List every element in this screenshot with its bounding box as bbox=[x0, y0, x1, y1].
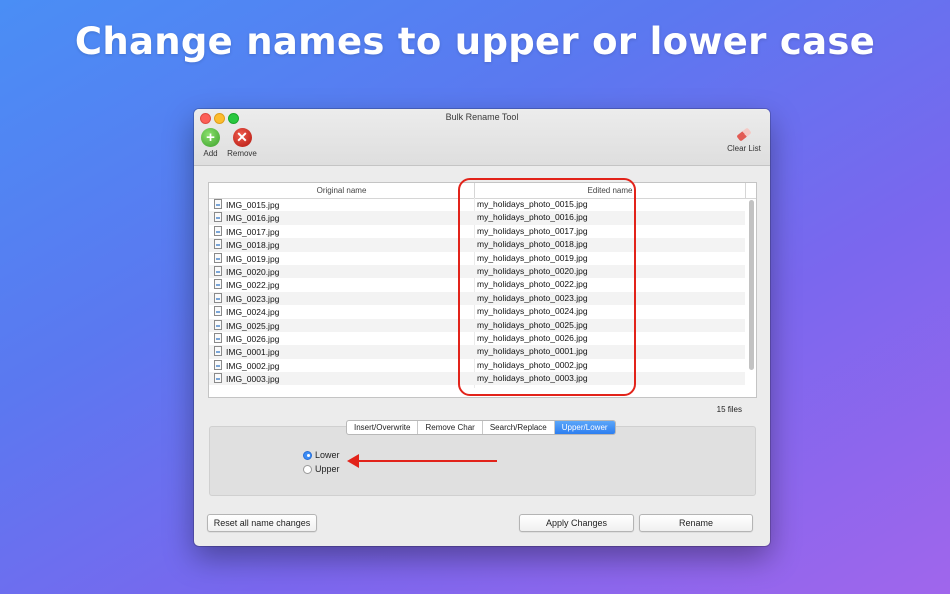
arrow-left-icon bbox=[347, 454, 359, 468]
original-name-text: IMG_0001.jpg bbox=[226, 347, 280, 358]
original-name-text: IMG_0002.jpg bbox=[226, 360, 280, 371]
original-name-text: IMG_0017.jpg bbox=[226, 226, 280, 237]
original-name-text: IMG_0020.jpg bbox=[226, 266, 280, 277]
image-file-icon bbox=[214, 225, 222, 236]
clear-list-button[interactable]: Clear List bbox=[724, 127, 764, 153]
column-header-original[interactable]: Original name bbox=[209, 186, 474, 195]
image-file-icon bbox=[214, 279, 222, 290]
apply-changes-button[interactable]: Apply Changes bbox=[519, 514, 634, 532]
clear-list-label: Clear List bbox=[727, 144, 761, 153]
original-name-text: IMG_0022.jpg bbox=[226, 280, 280, 291]
original-name-text: IMG_0018.jpg bbox=[226, 240, 280, 251]
radio-lower-label: Lower bbox=[315, 450, 340, 460]
original-name-cell: IMG_0015.jpg bbox=[214, 199, 279, 210]
app-window: Bulk Rename Tool + Add ✕ Remove Clear Li… bbox=[194, 109, 770, 546]
image-file-icon bbox=[214, 306, 222, 317]
original-name-cell: IMG_0017.jpg bbox=[214, 225, 280, 237]
image-file-icon bbox=[214, 319, 222, 330]
original-name-text: IMG_0015.jpg bbox=[226, 200, 280, 210]
original-name-cell: IMG_0024.jpg bbox=[214, 306, 279, 317]
vertical-scrollbar[interactable] bbox=[749, 200, 754, 370]
original-name-text: IMG_0024.jpg bbox=[226, 307, 280, 318]
remove-label: Remove bbox=[227, 149, 257, 158]
tab-insert-overwrite[interactable]: Insert/Overwrite bbox=[347, 421, 419, 434]
headline: Change names to upper or lower case bbox=[74, 20, 876, 63]
original-name-cell: IMG_0002.jpg bbox=[214, 359, 280, 371]
original-name-cell: IMG_0020.jpg bbox=[214, 265, 280, 277]
add-label: Add bbox=[203, 149, 218, 158]
file-count: 15 files bbox=[716, 405, 742, 414]
original-name-text: IMG_0023.jpg bbox=[226, 293, 280, 304]
image-file-icon bbox=[214, 346, 222, 357]
eraser-icon bbox=[736, 127, 752, 142]
image-file-icon bbox=[214, 292, 222, 303]
add-button[interactable]: + Add bbox=[200, 128, 221, 158]
radio-button-upper[interactable] bbox=[303, 464, 312, 474]
tab-remove-char[interactable]: Remove Char bbox=[418, 421, 483, 434]
radio-upper-label: Upper bbox=[315, 464, 340, 474]
image-file-icon bbox=[214, 332, 222, 343]
image-file-icon bbox=[214, 239, 222, 250]
radio-button-lower[interactable] bbox=[303, 450, 312, 460]
plus-icon: + bbox=[201, 128, 220, 147]
close-icon: ✕ bbox=[232, 128, 252, 147]
tab-bar: Insert/Overwrite Remove Char Search/Repl… bbox=[346, 420, 616, 435]
column-divider bbox=[745, 183, 746, 198]
tab-search-replace[interactable]: Search/Replace bbox=[483, 421, 555, 434]
image-file-icon bbox=[214, 359, 222, 370]
original-name-cell: IMG_0018.jpg bbox=[214, 239, 279, 250]
image-file-icon bbox=[214, 212, 222, 223]
image-file-icon bbox=[214, 265, 222, 276]
original-name-cell: IMG_0001.jpg bbox=[214, 346, 279, 357]
original-name-cell: IMG_0026.jpg bbox=[214, 332, 280, 344]
original-name-text: IMG_0026.jpg bbox=[226, 333, 280, 344]
titlebar: Bulk Rename Tool + Add ✕ Remove Clear Li… bbox=[194, 109, 770, 166]
radio-lower[interactable]: Lower bbox=[303, 450, 340, 460]
rename-button[interactable]: Rename bbox=[639, 514, 753, 532]
original-name-cell: IMG_0025.jpg bbox=[214, 319, 280, 331]
original-name-cell: IMG_0023.jpg bbox=[214, 292, 280, 304]
original-name-text: IMG_0025.jpg bbox=[226, 320, 280, 331]
original-name-text: IMG_0016.jpg bbox=[226, 213, 280, 224]
original-name-cell: IMG_0019.jpg bbox=[214, 252, 280, 264]
radio-upper[interactable]: Upper bbox=[303, 464, 340, 474]
image-file-icon bbox=[214, 199, 222, 209]
original-name-cell: IMG_0003.jpg bbox=[214, 373, 279, 384]
arrow-annotation bbox=[354, 460, 497, 462]
tab-upper-lower[interactable]: Upper/Lower bbox=[554, 421, 615, 434]
image-file-icon bbox=[214, 252, 222, 263]
remove-button[interactable]: ✕ Remove bbox=[224, 128, 260, 158]
original-name-text: IMG_0003.jpg bbox=[226, 374, 280, 385]
original-name-cell: IMG_0022.jpg bbox=[214, 279, 279, 290]
edited-name-highlight bbox=[458, 178, 636, 396]
image-file-icon bbox=[214, 373, 222, 384]
window-title: Bulk Rename Tool bbox=[445, 112, 519, 122]
original-name-text: IMG_0019.jpg bbox=[226, 253, 280, 264]
reset-names-button[interactable]: Reset all name changes bbox=[207, 514, 317, 532]
original-name-cell: IMG_0016.jpg bbox=[214, 212, 279, 223]
